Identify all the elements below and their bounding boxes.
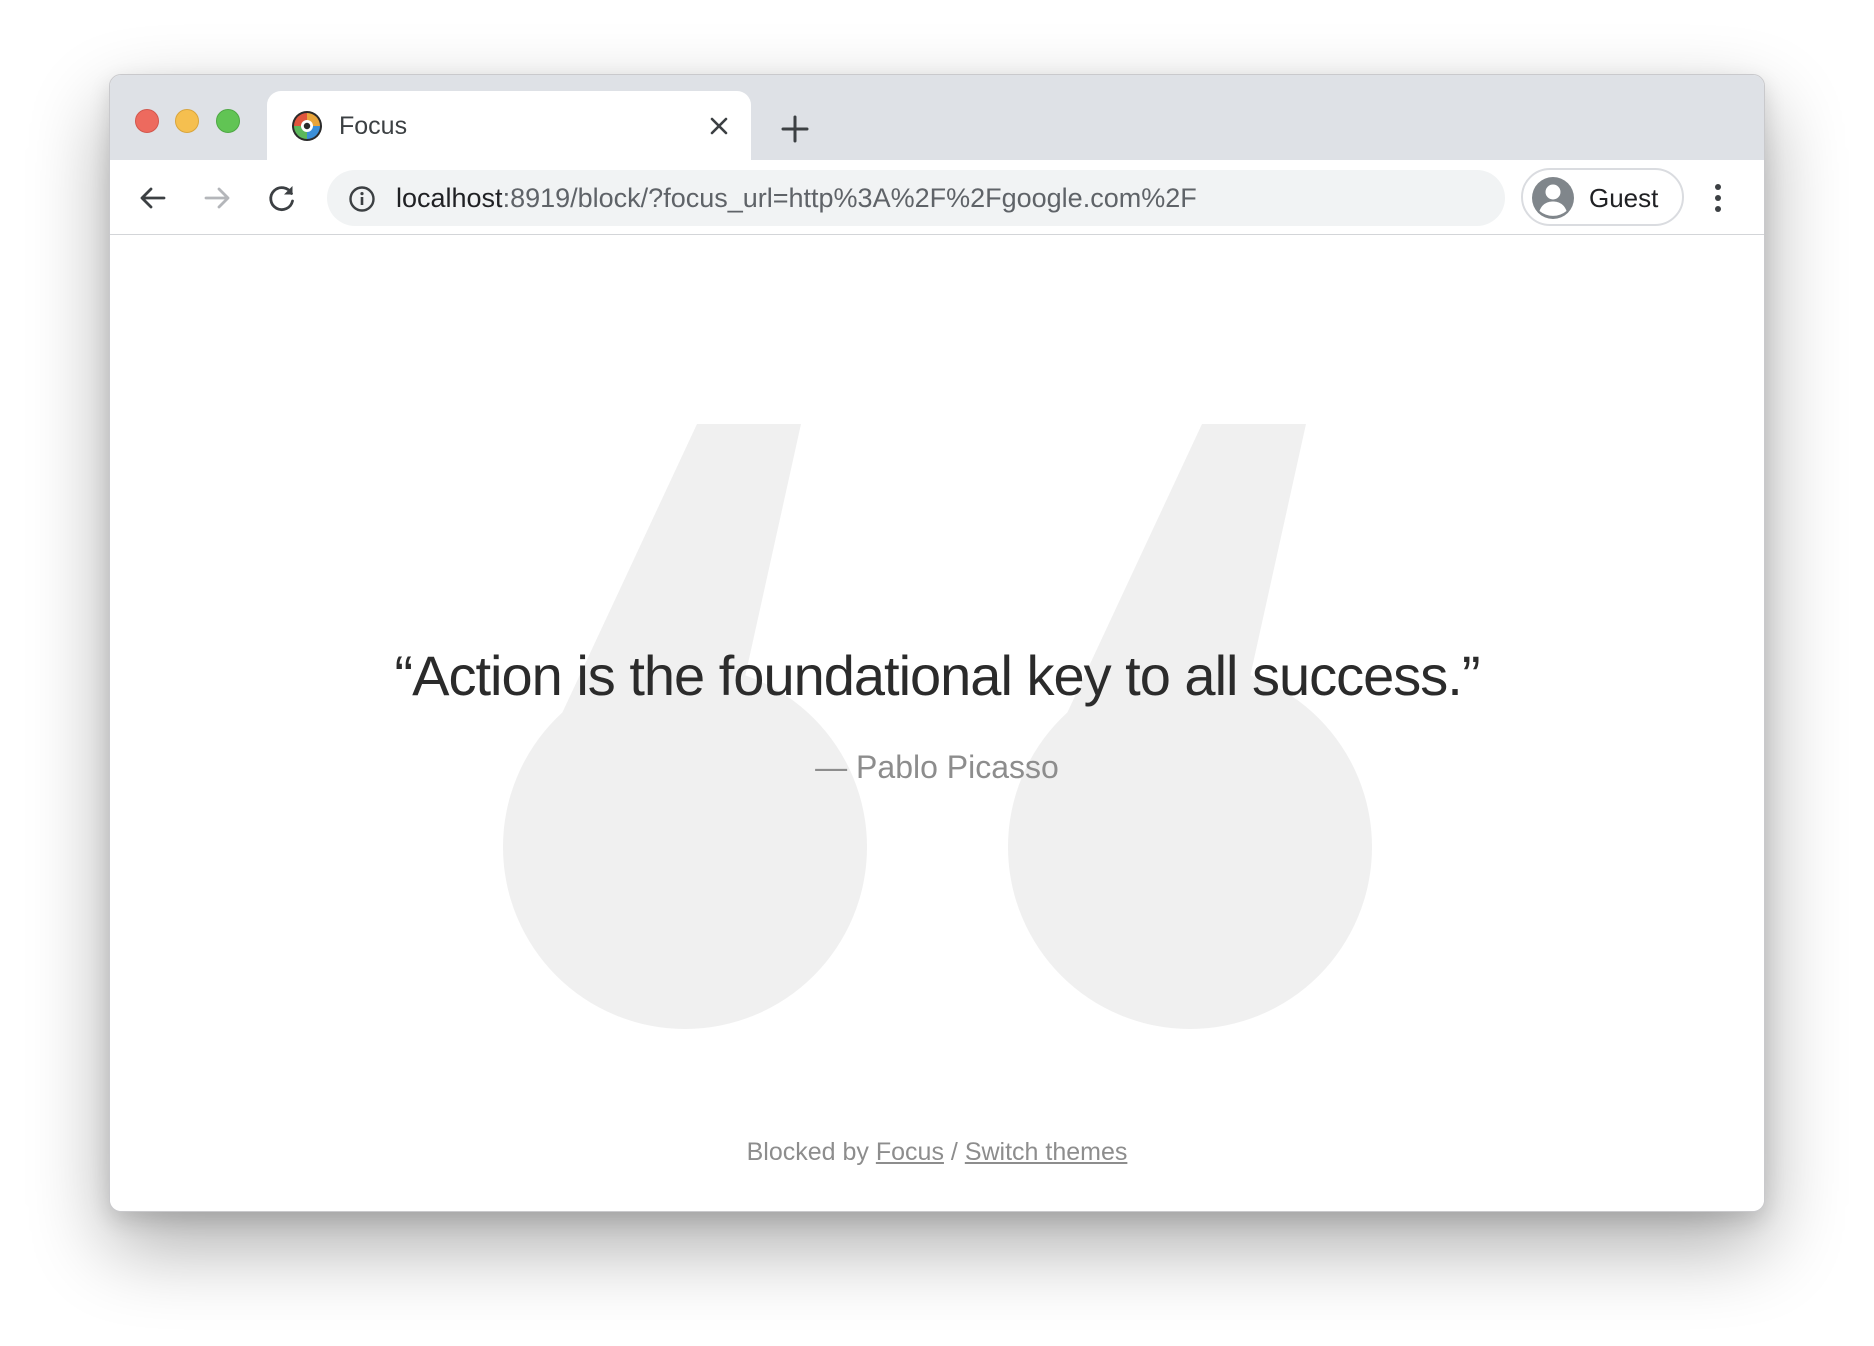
quote-text: “Action is the foundational key to all s… (394, 644, 1480, 707)
quote-mark-icon (503, 424, 1372, 1029)
arrow-right-icon[interactable] (200, 181, 234, 215)
tab-focus[interactable]: Focus (267, 91, 751, 160)
close-icon[interactable] (705, 112, 733, 140)
footer-separator: / (950, 1138, 958, 1166)
window-close-button[interactable] (135, 109, 159, 133)
profile-button[interactable]: Guest (1521, 168, 1684, 226)
more-vertical-icon[interactable] (1709, 180, 1727, 216)
arrow-left-icon[interactable] (136, 181, 170, 215)
plus-icon[interactable] (778, 112, 812, 146)
window-maximize-button[interactable] (216, 109, 240, 133)
focus-link[interactable]: Focus (876, 1138, 944, 1166)
window-minimize-button[interactable] (175, 109, 199, 133)
profile-label: Guest (1589, 183, 1659, 213)
quote-author: — Pablo Picasso (815, 749, 1059, 785)
account-circle-icon (1532, 177, 1574, 219)
focus-logo-icon (292, 111, 322, 141)
url-path: :8919/block/?focus_url=http%3A%2F%2Fgoog… (502, 183, 1197, 213)
browser-window: Focus localhost:8919/block/?focus_url=ht… (109, 74, 1765, 1212)
browser-toolbar: localhost:8919/block/?focus_url=http%3A%… (110, 160, 1764, 235)
url-text[interactable]: localhost:8919/block/?focus_url=http%3A%… (396, 182, 1197, 214)
footer-prefix: Blocked by (746, 1138, 869, 1166)
tab-title: Focus (339, 112, 408, 140)
url-host: localhost (396, 183, 503, 213)
page-content: “Action is the foundational key to all s… (110, 236, 1764, 1211)
info-icon[interactable] (347, 184, 377, 214)
tab-strip: Focus (110, 75, 1764, 160)
reload-icon[interactable] (265, 181, 299, 215)
switch-themes-link[interactable]: Switch themes (965, 1138, 1128, 1166)
address-bar[interactable]: localhost:8919/block/?focus_url=http%3A%… (327, 170, 1505, 226)
page-footer: Blocked by Focus / Switch themes (110, 1137, 1764, 1167)
